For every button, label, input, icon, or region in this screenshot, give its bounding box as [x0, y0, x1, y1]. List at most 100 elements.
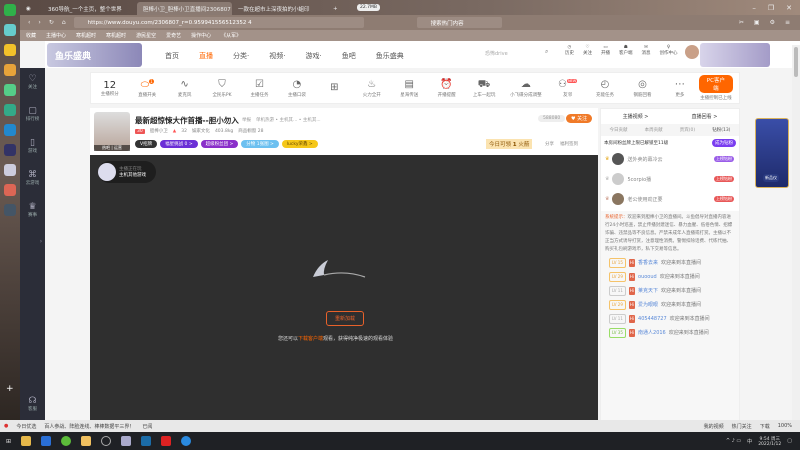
- bookmark[interactable]: 《从军》: [221, 32, 241, 39]
- tab-vip[interactable]: 贵宾(0): [680, 127, 695, 133]
- browser-taskbar-icon[interactable]: [61, 436, 72, 446]
- menu-icon[interactable]: ≡: [785, 19, 790, 26]
- hot-follow[interactable]: 热门关注: [732, 423, 752, 430]
- explorer-icon[interactable]: [21, 436, 32, 446]
- page-scrollbar[interactable]: [792, 45, 800, 420]
- follow-button[interactable]: ♡ 关注: [583, 45, 592, 56]
- scissors-icon[interactable]: ✂: [739, 19, 744, 26]
- site-logo[interactable]: 鱼乐盛典: [47, 43, 142, 67]
- clock[interactable]: 9:54 周三 2022/1/12: [758, 436, 781, 447]
- browser-search-input[interactable]: 搜索热门内容: [416, 17, 502, 28]
- forward-icon[interactable]: ›: [38, 19, 40, 26]
- shop-window[interactable]: 商品橱窗 28: [238, 128, 263, 134]
- settings-icon[interactable]: ⚙: [770, 19, 775, 26]
- steam-icon[interactable]: [141, 436, 152, 446]
- bookmark[interactable]: 主播中心: [46, 32, 66, 39]
- toolbar-charge[interactable]: ◴ 充能任务: [586, 79, 623, 98]
- app-icon[interactable]: [41, 436, 52, 446]
- stream-toggle[interactable]: ⬭1 直播开关: [128, 78, 165, 98]
- anchor-avatar[interactable]: 热吧 | 运营: [94, 112, 130, 151]
- nav-festival[interactable]: 鱼乐盛典: [376, 51, 404, 61]
- app-icon[interactable]: [4, 64, 16, 76]
- messages-button[interactable]: ✉ 消息: [642, 45, 651, 56]
- tab-active[interactable]: 胆棒小卫_胆棒小卫直播间2306807×: [137, 2, 232, 15]
- bookmark[interactable]: 爱奇艺: [166, 32, 181, 39]
- tab[interactable]: 一款在超市上深夜拍的小蛆印: [232, 2, 327, 15]
- anchor-name[interactable]: 胆棒小卫: [150, 128, 168, 134]
- tag-share[interactable]: 分物 1张图 >: [241, 140, 279, 148]
- ad-banner[interactable]: 新品仪: [755, 118, 789, 188]
- start-stream-button[interactable]: ▭ 开播: [601, 45, 610, 56]
- back-icon[interactable]: ‹: [28, 19, 30, 26]
- sidebar-item-ranking[interactable]: ▢ 排行榜: [20, 106, 45, 122]
- tag-vip[interactable]: V招牌: [135, 140, 158, 148]
- today-picks[interactable]: 今日优选: [16, 423, 36, 430]
- add-app-icon[interactable]: +: [6, 384, 14, 394]
- browser-app-icon[interactable]: [4, 4, 16, 16]
- app-icon[interactable]: [101, 436, 112, 446]
- sidebar-item-esports[interactable]: ♛ 赛事: [20, 202, 45, 218]
- maximize-icon[interactable]: ❐: [768, 4, 774, 12]
- reload-icon[interactable]: ↻: [49, 19, 54, 26]
- rank-item[interactable]: ♛ 5corpio播 上榜钻粉: [605, 173, 739, 185]
- bookmark[interactable]: 收藏: [26, 32, 36, 39]
- client-button[interactable]: ☗ 客户端: [619, 45, 633, 56]
- app-icon[interactable]: [4, 184, 16, 196]
- tag-lucky[interactable]: lucky荣鑫 >: [281, 140, 318, 148]
- app-icon[interactable]: [4, 84, 16, 96]
- tab[interactable]: 360导航_一个主页，整个世界: [42, 2, 137, 15]
- minimize-icon[interactable]: –: [752, 4, 756, 12]
- toolbar-ride[interactable]: ⛟ 上车一起玩: [465, 79, 502, 98]
- toolbar-star[interactable]: ▤ 星海传送: [391, 79, 428, 98]
- guild-name[interactable]: 娱家文化: [192, 128, 210, 134]
- toolbar-ufo[interactable]: ☁ 小飞碟分成调整: [503, 79, 549, 98]
- toolbar-tasks[interactable]: ☑ 主播任务: [241, 79, 278, 98]
- tag-challenge[interactable]: 福星挑战 0 >: [160, 140, 198, 148]
- bookmark[interactable]: 操作中心: [191, 32, 211, 39]
- favorites-app-icon[interactable]: [4, 44, 16, 56]
- become-diamond-button[interactable]: 成为钻粉: [712, 139, 736, 147]
- history-button[interactable]: ◷ 历史: [565, 45, 574, 56]
- tag-fan-club[interactable]: 超级粉丝团 >: [200, 140, 239, 148]
- ime-indicator[interactable]: 中: [747, 438, 752, 445]
- video-player[interactable]: 主播正在玩 主机其他游戏 重新加载 您还可以下载客户端观看，获得纯净极速的观看体验: [90, 155, 598, 420]
- toolbar-friends[interactable]: ⚇NEW 友邻: [549, 79, 586, 98]
- tab-today[interactable]: 今日贡献: [610, 127, 628, 133]
- benefit-signin-button[interactable]: 福利签到: [560, 141, 578, 147]
- my-videos[interactable]: 我的视频: [704, 423, 724, 430]
- share-button[interactable]: 分享: [545, 141, 554, 147]
- toolbar-pk[interactable]: ⛉ 全民乐PK: [203, 79, 240, 98]
- sidebar-expand-handle[interactable]: ›: [38, 228, 44, 258]
- sidebar-item-support[interactable]: ☊ 客服: [20, 396, 45, 412]
- username[interactable]: ouooud: [638, 273, 657, 281]
- nav-video[interactable]: 视频·: [269, 51, 285, 61]
- anchor-score[interactable]: 12 主播积分: [91, 80, 128, 97]
- app-icon[interactable]: [4, 164, 16, 176]
- replay-link[interactable]: 直播回看 >: [692, 113, 718, 120]
- new-tab-button[interactable]: +: [327, 2, 347, 15]
- sidebar-item-cloud-games[interactable]: ⌘ 云游戏: [20, 170, 45, 186]
- toolbar-mic[interactable]: ∿ 麦克风: [166, 79, 203, 98]
- zoom-level[interactable]: 100%: [778, 423, 800, 429]
- report-link[interactable]: 举报: [242, 117, 251, 123]
- category-breadcrumb[interactable]: 单机热游 • 主机其... • 主机其...: [256, 117, 321, 123]
- anchor-videos-link[interactable]: 主播视频 >: [623, 113, 649, 120]
- app-icon[interactable]: [4, 24, 16, 36]
- close-window-icon[interactable]: ✕: [786, 4, 792, 12]
- nav-live[interactable]: 直播: [199, 51, 213, 61]
- rank-item[interactable]: ♛ 老公使用劲正要 上榜钻粉: [605, 193, 739, 205]
- start-icon[interactable]: ⊞: [6, 438, 11, 445]
- sidebar-item-games[interactable]: ▯ 游戏: [20, 138, 45, 154]
- home-icon[interactable]: ⌂: [62, 19, 66, 26]
- reload-button[interactable]: 重新加载: [326, 311, 365, 326]
- app-icon[interactable]: [81, 436, 92, 446]
- nav-yuba[interactable]: 鱼吧: [342, 51, 356, 61]
- tab-week[interactable]: 本周贡献: [645, 127, 663, 133]
- app-icon[interactable]: [161, 436, 172, 446]
- nav-category[interactable]: 分类·: [233, 51, 249, 61]
- toolbar-pocket[interactable]: ◔ 主播口袋: [278, 79, 315, 98]
- app-icon[interactable]: [121, 436, 132, 446]
- username[interactable]: 405448727: [638, 315, 667, 323]
- game-badge[interactable]: 主播正在玩 主机其他游戏: [98, 161, 156, 183]
- app-icon[interactable]: [4, 124, 16, 136]
